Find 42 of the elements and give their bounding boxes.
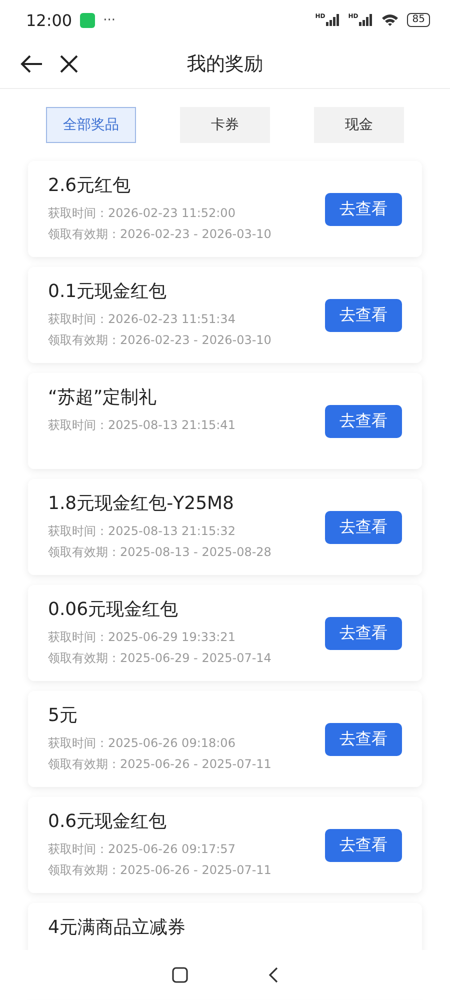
view-button[interactable]: 去查看	[325, 298, 402, 332]
reward-title: 0.06元现金红包	[48, 598, 180, 621]
view-button[interactable]: 去查看	[325, 510, 402, 544]
reward-title: 5元	[48, 704, 78, 727]
reward-detail: 获取时间：2026-02-23 11:51:34	[48, 311, 236, 328]
reward-detail: 获取时间：2025-08-13 21:15:41	[48, 417, 236, 434]
reward-title: 2.6元红包	[48, 174, 132, 197]
reward-detail: 领取有效期：2026-02-23 - 2026-03-10	[48, 332, 272, 349]
reward-detail: 获取时间：2026-02-23 11:52:00	[48, 205, 236, 222]
reward-title: 1.8元现金红包-Y25M8	[48, 492, 236, 515]
home-icon[interactable]	[172, 967, 188, 983]
reward-detail: 获取时间：2025-06-29 19:33:21	[48, 629, 236, 646]
view-button[interactable]: 去查看	[325, 404, 402, 438]
reward-detail: 获取时间：2025-06-26 09:17:57	[48, 841, 236, 858]
reward-title: 0.6元现金红包	[48, 810, 168, 833]
status-time: 12:00	[26, 10, 72, 30]
filter-tab[interactable]: 全部奖品	[46, 107, 136, 143]
reward-detail: 领取有效期：2025-06-26 - 2025-07-11	[48, 862, 272, 879]
signal-icon	[326, 14, 340, 26]
back-icon[interactable]	[268, 967, 278, 983]
reward-title: “苏超”定制礼	[48, 386, 158, 409]
reward-title: 4元满商品立减券	[48, 916, 186, 939]
filter-tab[interactable]: 卡券	[180, 107, 270, 143]
back-arrow-icon[interactable]	[20, 54, 44, 74]
signal-icon	[359, 14, 374, 26]
view-button[interactable]: 去查看	[325, 828, 402, 862]
wifi-icon	[381, 13, 400, 27]
reward-title: 0.1元现金红包	[48, 280, 168, 303]
reward-detail: 获取时间：2025-08-13 21:15:32	[48, 523, 236, 540]
close-icon[interactable]	[60, 55, 78, 73]
more-notifications: ···	[103, 12, 116, 28]
reward-detail: 领取有效期：2025-06-29 - 2025-07-14	[48, 650, 272, 667]
page-title: 我的奖励	[187, 52, 263, 77]
view-button[interactable]: 去查看	[325, 616, 402, 650]
reward-detail: 领取有效期：2025-08-13 - 2025-08-28	[48, 544, 272, 561]
reward-detail: 领取有效期：2026-02-23 - 2026-03-10	[48, 226, 272, 243]
reward-detail: 获取时间：2025-06-26 09:18:06	[48, 735, 236, 752]
battery-level: 85	[407, 13, 430, 27]
view-button[interactable]: 去查看	[325, 722, 402, 756]
view-button[interactable]: 去查看	[325, 192, 402, 226]
filter-tab[interactable]: 现金	[314, 107, 404, 143]
reward-detail: 领取有效期：2025-06-26 - 2025-07-11	[48, 756, 272, 773]
